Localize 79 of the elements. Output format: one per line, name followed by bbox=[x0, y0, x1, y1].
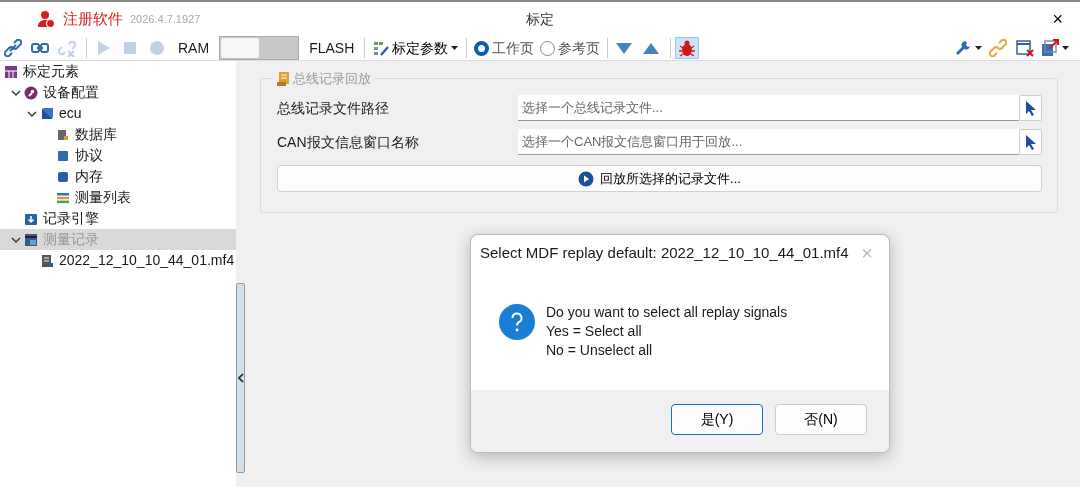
tree-label: 记录引擎 bbox=[43, 209, 99, 228]
tree-item[interactable]: 2022_12_10_10_44_01.mf4 bbox=[0, 250, 236, 271]
window-close-icon bbox=[1016, 39, 1034, 57]
tree-item[interactable]: 内存 bbox=[0, 166, 236, 187]
tree-item[interactable]: 设备配置 bbox=[0, 82, 236, 103]
page-radio[interactable]: 工作页 bbox=[471, 37, 538, 59]
dialog-title: Select MDF replay default: 2022_12_10_10_44_01.mf4 bbox=[480, 242, 849, 263]
table-icon bbox=[4, 64, 18, 79]
chevron-down-icon[interactable] bbox=[11, 236, 21, 243]
list-icon bbox=[56, 190, 70, 205]
version-label: 2026.4.7.1927 bbox=[130, 11, 201, 27]
wrench-icon bbox=[954, 39, 972, 57]
tree-item[interactable]: 协议 bbox=[0, 145, 236, 166]
link-icon bbox=[4, 39, 22, 57]
cube-icon bbox=[40, 106, 54, 121]
ram-flash-switch[interactable] bbox=[219, 36, 300, 60]
tree-label: 标定元素 bbox=[23, 62, 79, 81]
tree-item[interactable]: 数据库 bbox=[0, 124, 236, 145]
export-button[interactable] bbox=[1040, 37, 1070, 59]
user-add-icon bbox=[37, 10, 55, 28]
export-icon bbox=[1041, 39, 1059, 57]
record-icon bbox=[148, 39, 166, 57]
wrench-circle-icon bbox=[24, 85, 38, 100]
memory-label: RAM bbox=[177, 38, 211, 58]
pick-button[interactable] bbox=[1019, 95, 1042, 121]
caret-icon bbox=[975, 46, 982, 50]
tree-label: 测量列表 bbox=[75, 188, 131, 207]
download-box-icon bbox=[24, 211, 38, 226]
pick-button[interactable] bbox=[1019, 129, 1042, 155]
link-icon bbox=[989, 39, 1007, 57]
window-title: 标定 bbox=[526, 10, 554, 27]
tree-label: 2022_12_10_10_44_01.mf4 bbox=[59, 251, 235, 270]
window-close-button[interactable] bbox=[1013, 37, 1037, 59]
caret-icon bbox=[1062, 46, 1069, 50]
tree-label: 内存 bbox=[75, 167, 103, 186]
parameter-dropdown[interactable]: 标定参数 bbox=[369, 37, 463, 59]
play-circle-icon bbox=[578, 170, 595, 187]
debug-button[interactable] bbox=[675, 37, 700, 59]
tree-label: 测量记录 bbox=[43, 230, 99, 249]
tree-item[interactable]: 记录引擎 bbox=[0, 208, 236, 229]
tree-item[interactable]: ecu bbox=[0, 103, 236, 124]
tree-label: 协议 bbox=[75, 146, 103, 165]
tree-label: 设备配置 bbox=[43, 83, 99, 102]
group-title: 总线记录回放 bbox=[293, 70, 371, 88]
grid-edit-icon bbox=[373, 40, 390, 56]
database-icon bbox=[56, 127, 70, 142]
memory-label: FLASH bbox=[308, 38, 356, 58]
tree-item[interactable]: 测量列表 bbox=[0, 187, 236, 208]
dialog-button[interactable]: 是(Y) bbox=[671, 403, 763, 435]
bug-icon bbox=[678, 39, 697, 57]
recording-icon bbox=[24, 232, 38, 247]
cursor-icon bbox=[1024, 134, 1037, 150]
splitter-handle[interactable] bbox=[236, 283, 245, 473]
caret-icon bbox=[451, 46, 459, 50]
question-icon bbox=[498, 303, 536, 341]
text-field[interactable]: 选择一个CAN报文信息窗口用于回放... bbox=[518, 129, 1019, 155]
collapse-icon bbox=[237, 373, 244, 383]
tree-label: 数据库 bbox=[75, 125, 117, 144]
replay-button[interactable]: 回放所选择的记录文件... bbox=[277, 165, 1042, 192]
tree-item[interactable]: 标定元素 bbox=[0, 61, 236, 82]
dialog-button[interactable]: 否(N) bbox=[775, 403, 867, 435]
message-text: Yes = Select all bbox=[546, 322, 643, 341]
field-label: 总线记录文件路径 bbox=[277, 98, 390, 118]
chevron-down-icon[interactable] bbox=[27, 110, 37, 117]
field-label: CAN报文信息窗口名称 bbox=[277, 132, 420, 152]
file-icon bbox=[40, 253, 54, 268]
chevron-down-icon[interactable] bbox=[11, 89, 21, 96]
cursor-icon bbox=[1024, 100, 1037, 116]
link-button[interactable] bbox=[1, 37, 25, 59]
message-text: No = Unselect all bbox=[546, 341, 654, 360]
stop-icon bbox=[121, 39, 139, 57]
tree-label: ecu bbox=[59, 104, 82, 123]
close-button[interactable]: × bbox=[1049, 10, 1066, 28]
unlink-icon bbox=[58, 39, 76, 57]
page-radio[interactable]: 参考页 bbox=[537, 37, 604, 59]
message-text: Do you want to select all replay signals bbox=[546, 303, 788, 322]
scroll-icon bbox=[276, 70, 290, 87]
app-name: 注册软件 bbox=[63, 8, 123, 29]
text-field[interactable]: 选择一个总线记录文件... bbox=[518, 95, 1019, 121]
